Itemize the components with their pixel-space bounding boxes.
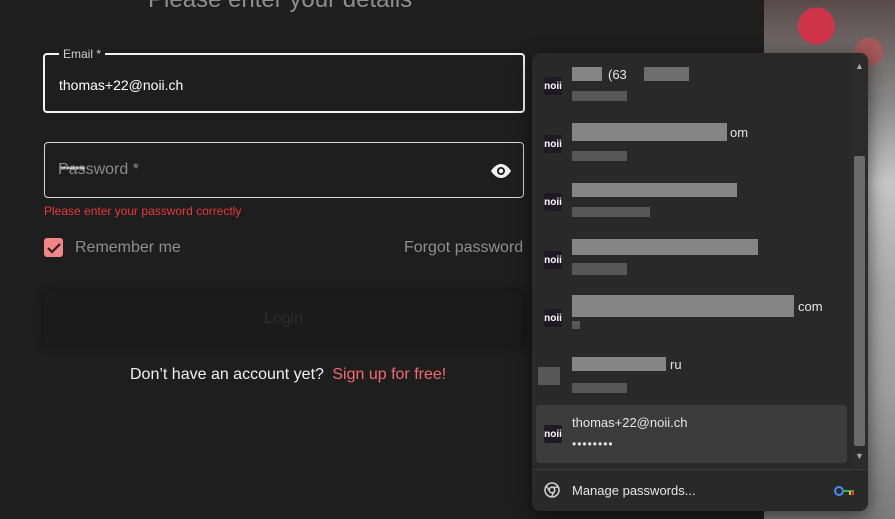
popup-scrollbar[interactable]: ▲ ▼ — [851, 53, 868, 468]
credential-item[interactable]: noii — [536, 231, 847, 289]
credential-item-selected[interactable]: noii thomas+22@noii.ch •••••••• — [536, 405, 847, 463]
noii-site-icon: noii — [544, 251, 562, 269]
login-page: Please enter your details Email * thomas… — [0, 0, 895, 519]
remember-checkbox[interactable] — [44, 238, 63, 257]
credential-title: (63 — [608, 67, 627, 82]
redacted-text — [572, 123, 727, 141]
credential-title: om — [730, 125, 749, 140]
noii-site-icon: noii — [544, 309, 562, 327]
remember-label: Remember me — [75, 238, 181, 256]
password-field[interactable]: •••••••• Password * — [44, 142, 524, 198]
email-label: Email * — [59, 47, 106, 61]
show-password-button[interactable] — [487, 157, 515, 185]
credential-title: thomas+22@noii.ch — [572, 415, 688, 430]
signup-prompt: Don’t have an account yet? — [130, 366, 324, 383]
manage-passwords-label: Manage passwords... — [572, 483, 696, 498]
noii-site-icon: noii — [544, 77, 562, 95]
credential-item[interactable]: noii om — [536, 115, 847, 173]
password-autofill-popup: noii (63 noii om noii noii noii com ru n… — [532, 53, 868, 511]
google-password-key-icon — [834, 486, 854, 496]
noii-site-icon: noii — [544, 425, 562, 443]
credential-item[interactable]: noii — [536, 173, 847, 231]
chrome-icon — [544, 482, 560, 498]
remember-me[interactable]: Remember me — [44, 238, 181, 257]
noii-site-icon: noii — [544, 193, 562, 211]
redacted-text — [572, 383, 627, 393]
redacted-text — [572, 183, 737, 197]
credential-item[interactable]: noii (63 — [536, 57, 847, 115]
email-value: thomas+22@noii.ch — [59, 77, 184, 93]
redacted-text — [572, 91, 627, 101]
credential-password-dots: •••••••• — [572, 437, 614, 451]
forgot-password-link[interactable]: Forgot password — [404, 239, 523, 257]
password-label: Password * — [58, 161, 139, 178]
redacted-text — [572, 321, 580, 329]
redacted-text — [572, 67, 602, 81]
scroll-up-arrow-icon[interactable]: ▲ — [851, 57, 868, 74]
redacted-text — [572, 295, 794, 317]
login-button[interactable]: Login — [44, 292, 523, 346]
credential-item[interactable]: ru — [536, 347, 847, 405]
eye-icon — [491, 164, 511, 178]
signup-link[interactable]: Sign up for free! — [332, 366, 446, 383]
redacted-site-icon — [538, 367, 560, 385]
credential-item[interactable]: noii com — [536, 289, 847, 347]
redacted-text — [572, 357, 666, 371]
page-heading: Please enter your details — [148, 0, 412, 14]
scroll-thumb[interactable] — [854, 156, 865, 446]
manage-passwords-button[interactable]: Manage passwords... — [532, 473, 868, 509]
redacted-text — [644, 67, 689, 81]
scroll-down-arrow-icon[interactable]: ▼ — [851, 447, 868, 464]
redacted-text — [572, 263, 627, 275]
noii-site-icon: noii — [544, 135, 562, 153]
credential-title: ru — [670, 357, 682, 372]
divider — [532, 469, 868, 470]
saved-credentials-list: noii (63 noii om noii noii noii com ru n… — [532, 53, 851, 468]
password-error: Please enter your password correctly — [44, 204, 242, 218]
redacted-text — [572, 239, 758, 255]
redacted-text — [572, 151, 627, 161]
credential-title: com — [798, 299, 823, 314]
check-icon — [46, 242, 61, 254]
signup-row: Don’t have an account yet? Sign up for f… — [130, 366, 446, 384]
email-field[interactable]: Email * thomas+22@noii.ch — [43, 47, 525, 113]
redacted-text — [572, 207, 650, 217]
